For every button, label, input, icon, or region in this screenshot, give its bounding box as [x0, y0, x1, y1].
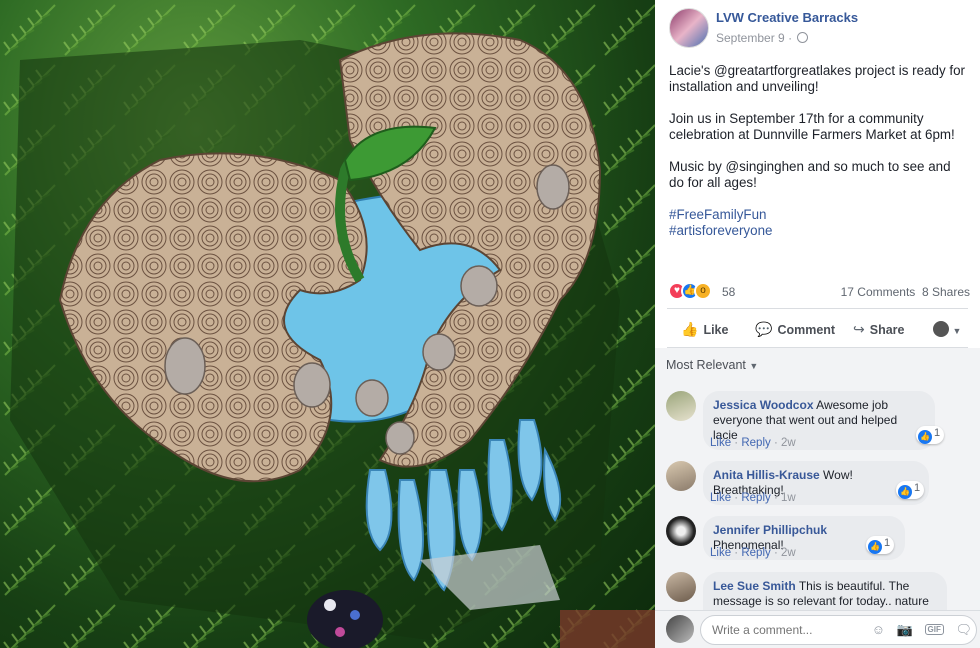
comment-time[interactable]: 2w [781, 547, 796, 559]
comment-reply-link[interactable]: Reply [741, 547, 770, 559]
commenter-avatar[interactable] [666, 516, 696, 546]
thumbs-up-icon: 👍 [681, 321, 699, 337]
post-header: LVW Creative Barracks September 9 · [669, 8, 969, 48]
comment-actions: Like · Reply · 2w [710, 437, 796, 449]
like-icon: 👍 [918, 430, 932, 444]
sticker-icon[interactable]: 🗨 [955, 622, 972, 638]
like-button-label: Like [703, 323, 729, 337]
meta-separator: · [788, 31, 793, 45]
comment-item: Jennifer Phillipchuk Phenomenal! 👍 1 Like… [666, 516, 976, 564]
sort-dropdown[interactable]: Most Relevant ▼ [666, 358, 758, 372]
comment-like-count: 1 [884, 537, 891, 549]
globe-icon[interactable] [797, 32, 809, 43]
comment-reply-link[interactable]: Reply [741, 492, 770, 504]
comment-reply-link[interactable]: Reply [741, 437, 770, 449]
camera-icon[interactable]: 📷 [897, 622, 913, 638]
comment-like-link[interactable]: Like [710, 492, 731, 504]
sort-label: Most Relevant [666, 358, 746, 372]
post-photo[interactable] [0, 0, 655, 648]
comment-bubble: Lee Sue Smith This is beautiful. The mes… [703, 572, 947, 610]
comment-like-badge[interactable]: 👍 1 [896, 481, 925, 499]
commenter-name[interactable]: Lee Sue Smith [713, 579, 796, 593]
comment-like-count: 1 [934, 427, 941, 439]
comment-composer: ☺ 📷 GIF 🗨 [655, 610, 980, 648]
my-avatar [666, 615, 694, 643]
comment-like-count: 1 [914, 482, 921, 494]
comment-time[interactable]: 2w [781, 437, 796, 449]
reaction-count[interactable]: 58 [722, 285, 735, 299]
gif-icon[interactable]: GIF [924, 624, 944, 635]
post-date[interactable]: September 9 [716, 31, 785, 45]
commenter-avatar[interactable] [666, 391, 696, 421]
hashtag-link[interactable]: #FreeFamilyFun [669, 207, 969, 223]
hashtags: #FreeFamilyFun #artisforeveryone [669, 207, 969, 239]
comments-count[interactable]: 17 Comments [841, 285, 916, 299]
share-arrow-icon: ↪ [853, 321, 865, 337]
page-avatar[interactable] [669, 8, 709, 48]
comment-button-label: Comment [777, 323, 836, 337]
like-button[interactable]: 👍 Like [681, 321, 728, 338]
comment-item: Anita Hillis-Krause Wow! Breathtaking! 👍… [666, 461, 976, 509]
post-body: Lacie's @greatartforgreatlakes project i… [669, 63, 969, 239]
emoji-icon[interactable]: ☺ [872, 622, 885, 637]
audience-selector[interactable]: ▼ [933, 321, 966, 337]
comment-item: Jessica Woodcox Awesome job everyone tha… [666, 391, 976, 451]
comment-button[interactable]: 💬 Comment [755, 321, 835, 338]
comment-like-badge[interactable]: 👍 1 [916, 426, 945, 444]
engagement-counts: 17 Comments 8 Shares [841, 285, 970, 299]
chevron-down-icon: ▼ [749, 361, 759, 371]
comments-section: Most Relevant ▼ Jessica Woodcox Awesome … [655, 348, 980, 610]
comment-bubble-icon: 💬 [755, 321, 773, 337]
commenter-name[interactable]: Jessica Woodcox [713, 398, 814, 412]
comment-like-link[interactable]: Like [710, 437, 731, 449]
mural-artwork [0, 0, 655, 648]
commenter-name[interactable]: Jennifer Phillipchuk [713, 523, 827, 537]
comment-like-badge[interactable]: 👍 1 [866, 536, 895, 554]
divider [667, 308, 968, 309]
composer-tools: ☺ 📷 GIF 🗨 [864, 622, 972, 638]
comment-actions: Like · Reply · 2w [710, 547, 796, 559]
profile-avatar [933, 321, 949, 337]
share-button[interactable]: ↪ Share [853, 321, 904, 338]
commenter-name[interactable]: Anita Hillis-Krause [713, 468, 820, 482]
action-bar: 👍 Like 💬 Comment ↪ Share ▼ [667, 313, 968, 345]
post-panel: LVW Creative Barracks September 9 · Laci… [655, 0, 980, 648]
like-icon: 👍 [868, 540, 882, 554]
chevron-down-icon: ▼ [952, 326, 962, 336]
post-paragraph: Join us in September 17th for a communit… [669, 111, 955, 142]
share-button-label: Share [869, 323, 905, 337]
post-meta: September 9 · [716, 31, 809, 45]
comment-item: Lee Sue Smith This is beautiful. The mes… [666, 572, 976, 610]
post-paragraph: Lacie's @greatartforgreatlakes project i… [669, 63, 965, 94]
reactions-bar: ♥ 👍 o 58 17 Comments 8 Shares [668, 282, 970, 300]
post-paragraph: Music by @singinghen and so much to see … [669, 159, 951, 190]
comment-time[interactable]: 1w [781, 492, 796, 504]
hashtag-link[interactable]: #artisforeveryone [669, 223, 969, 239]
commenter-avatar[interactable] [666, 461, 696, 491]
page-name-link[interactable]: LVW Creative Barracks [716, 10, 858, 25]
wow-icon[interactable]: o [694, 282, 712, 300]
shares-count[interactable]: 8 Shares [922, 285, 970, 299]
like-icon: 👍 [898, 485, 912, 499]
comment-actions: Like · Reply · 1w [710, 492, 796, 504]
commenter-avatar[interactable] [666, 572, 696, 602]
comment-like-link[interactable]: Like [710, 547, 731, 559]
